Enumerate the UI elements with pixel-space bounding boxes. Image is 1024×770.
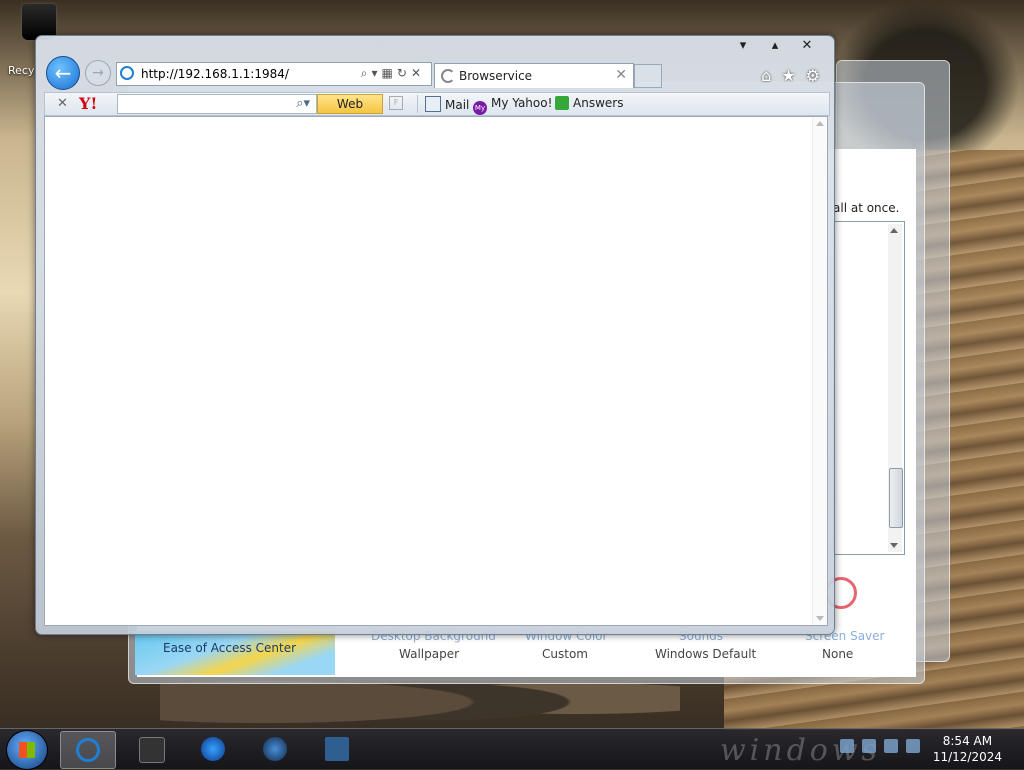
forward-arrow-icon: →	[92, 65, 104, 81]
my-yahoo-icon: My	[473, 101, 487, 115]
windows-flag-icon	[19, 742, 35, 758]
loading-spinner-icon	[441, 69, 455, 83]
theme-list	[833, 221, 905, 555]
desktop-background-value: Wallpaper	[399, 647, 460, 661]
tab-title: Browservice	[459, 69, 533, 83]
maximize-button[interactable]: ▴	[768, 38, 782, 53]
scroll-thumb[interactable]	[889, 468, 903, 528]
mail-icon	[425, 96, 441, 112]
start-button[interactable]	[6, 730, 48, 770]
scroll-down-arrow-icon[interactable]	[890, 543, 898, 548]
command-icons: ⌂ ★ ⚙	[761, 66, 820, 85]
answers-label: Answers	[573, 96, 624, 110]
taskbar-internet-explorer[interactable]	[60, 731, 116, 769]
personalization-partial-text: all at once.	[833, 201, 900, 215]
taskbar-clock[interactable]: 8:54 AM 11/12/2024	[933, 733, 1002, 765]
close-button[interactable]: ✕	[800, 38, 814, 53]
control-panel-icon	[325, 737, 349, 761]
internet-explorer-window[interactable]: ▾ ▴ ✕ ← → http://192.168.1.1:1984/ ⌕▾▦↻✕…	[35, 35, 835, 635]
page-viewport[interactable]	[44, 116, 828, 626]
file-explorer-icon	[139, 737, 165, 763]
tray-volume-icon[interactable]	[906, 739, 920, 753]
stop-icon[interactable]: ✕	[411, 66, 425, 80]
window-caption-buttons: ▾ ▴ ✕	[736, 38, 814, 53]
yahoo-search-input[interactable]: ⌕▾	[117, 94, 317, 114]
window-color-value: Custom	[542, 647, 588, 661]
sounds-value: Windows Default	[655, 647, 757, 661]
new-tab-button[interactable]	[634, 64, 662, 88]
mail-link[interactable]: Mail	[425, 96, 469, 112]
theme-list-scrollbar[interactable]	[888, 224, 903, 552]
taskbar: windows 8:54 AM 11/12/2024	[0, 728, 1024, 770]
system-tray	[840, 739, 920, 753]
address-bar[interactable]: http://192.168.1.1:1984/ ⌕▾▦↻✕	[116, 62, 432, 86]
internet-explorer-icon	[76, 738, 100, 762]
page-scrollbar[interactable]	[812, 117, 827, 625]
taskbar-explorer[interactable]	[124, 731, 178, 767]
back-button[interactable]: ←	[46, 56, 80, 90]
back-arrow-icon: ←	[54, 61, 72, 85]
tray-flag-icon[interactable]	[862, 739, 876, 753]
web-search-button[interactable]: Web Search	[317, 94, 383, 129]
forward-button[interactable]: →	[85, 60, 111, 86]
scroll-up-arrow-icon[interactable]	[816, 121, 824, 126]
toolbar-extra-icon[interactable]: F	[389, 96, 403, 110]
search-icon[interactable]: ⌕	[361, 66, 372, 80]
address-tools: ⌕▾▦↻✕	[361, 66, 425, 81]
answers-link[interactable]: Answers	[555, 96, 623, 110]
scroll-up-arrow-icon[interactable]	[890, 228, 898, 233]
minimize-button[interactable]: ▾	[736, 38, 750, 53]
screen-saver-value: None	[822, 647, 854, 661]
search-icon[interactable]: ⌕▾	[296, 96, 310, 111]
answers-icon	[555, 96, 569, 110]
clock-time: 8:54 AM	[942, 734, 993, 748]
favorites-star-icon[interactable]: ★	[781, 66, 795, 85]
ease-of-access-link[interactable]: Ease of Access Center	[163, 641, 296, 655]
tray-network-icon[interactable]	[840, 739, 854, 753]
refresh-icon[interactable]: ↻	[397, 66, 411, 80]
tab-close-icon[interactable]: ✕	[615, 67, 627, 83]
taskbar-control-panel[interactable]	[310, 731, 364, 767]
taskbar-media-player[interactable]	[186, 731, 240, 767]
yahoo-logo[interactable]: Y!	[79, 94, 97, 113]
media-player-icon	[201, 737, 225, 761]
tray-monitor-icon[interactable]	[884, 739, 898, 753]
toolbar-close-icon[interactable]: ✕	[57, 96, 68, 111]
my-yahoo-label: My Yahoo!	[491, 96, 553, 110]
taskbar-network[interactable]	[248, 731, 302, 767]
dropdown-arrow-icon[interactable]: ▾	[372, 66, 382, 80]
home-icon[interactable]: ⌂	[761, 66, 771, 85]
clock-date: 11/12/2024	[932, 750, 1002, 764]
globe-icon	[263, 737, 287, 761]
scroll-down-arrow-icon[interactable]	[816, 616, 824, 621]
address-url[interactable]: http://192.168.1.1:1984/	[141, 67, 289, 81]
mail-label: Mail	[445, 98, 470, 112]
tab-browservice[interactable]: Browservice ✕	[434, 63, 634, 88]
page-favicon-icon	[120, 66, 134, 80]
yahoo-toolbar: ✕ Y! ⌕▾ Web Search F Mail My My Yahoo! An…	[44, 92, 830, 129]
my-yahoo-link[interactable]: My My Yahoo!	[473, 96, 552, 115]
gear-icon[interactable]: ⚙	[806, 66, 820, 85]
compatibility-view-icon[interactable]: ▦	[382, 66, 397, 80]
toolbar-divider	[417, 95, 418, 113]
